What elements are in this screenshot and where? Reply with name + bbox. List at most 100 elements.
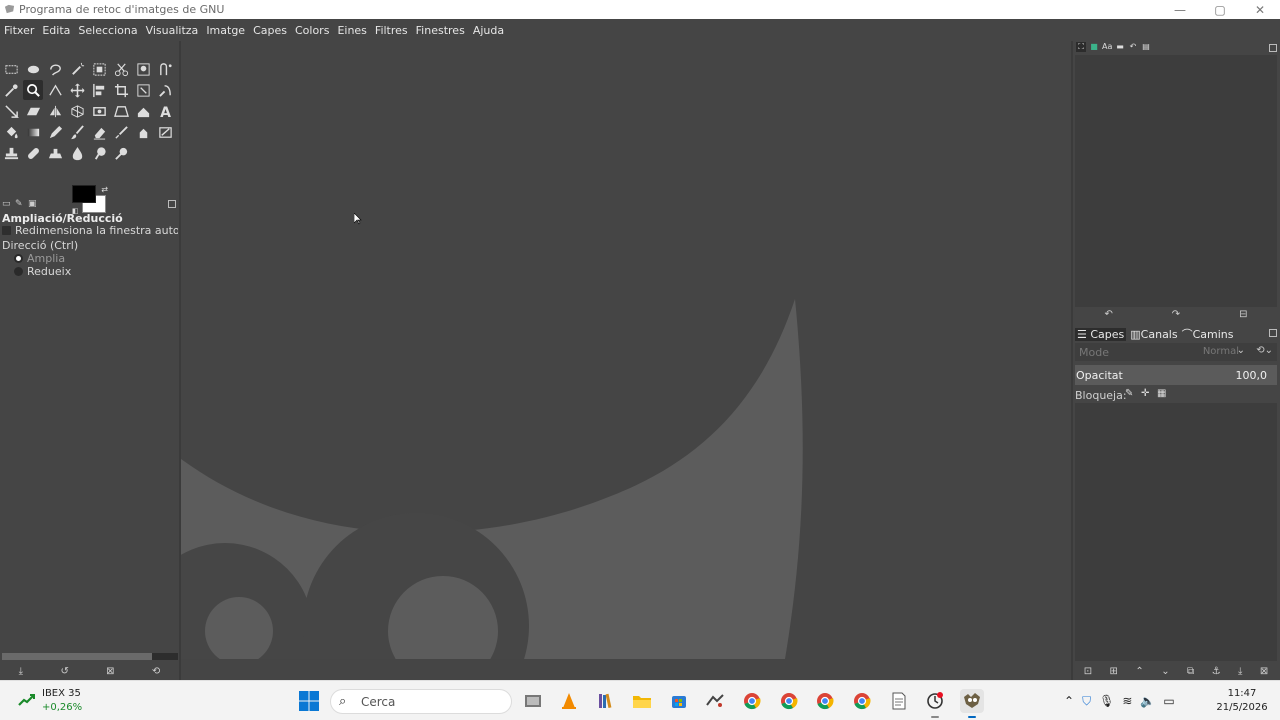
smudge-tool[interactable] (89, 143, 109, 163)
layers-list[interactable] (1075, 403, 1277, 661)
chrome-profile-3-icon[interactable] (813, 689, 837, 713)
ellipse-select-tool[interactable] (23, 59, 43, 79)
microsoft-store-icon[interactable] (667, 689, 691, 713)
notepad-icon[interactable] (887, 689, 911, 713)
new-layer-group-icon[interactable]: ⊞ (1110, 666, 1118, 677)
zoom-in-radio[interactable] (14, 254, 23, 263)
heal-tool[interactable] (23, 143, 43, 163)
file-explorer-icon[interactable] (630, 689, 654, 713)
scissors-select-tool[interactable] (111, 59, 131, 79)
scale-tool[interactable] (1, 101, 21, 121)
select-by-color-tool[interactable] (89, 59, 109, 79)
task-view-icon[interactable] (521, 689, 545, 713)
stock-widget[interactable]: IBEX 35 +0,26% (18, 687, 98, 717)
opacity-slider[interactable]: Opacitat 100,0 (1075, 365, 1277, 385)
microphone-icon[interactable]: 🎙 (1099, 694, 1114, 708)
chrome-icon[interactable] (740, 689, 764, 713)
3d-transform-tool[interactable] (67, 101, 87, 121)
minimize-button[interactable]: — (1160, 0, 1200, 19)
flip-tool[interactable] (45, 101, 65, 121)
tool-presets-tab-icon[interactable]: ▬ (1115, 42, 1125, 52)
delete-options-icon[interactable]: ⊠ (106, 666, 114, 677)
bucket-fill-tool[interactable] (1, 122, 21, 142)
free-select-tool[interactable] (45, 59, 65, 79)
text-tool[interactable]: A (155, 101, 175, 121)
vlc-icon[interactable] (557, 689, 581, 713)
perspective-clone-tool[interactable] (45, 143, 65, 163)
auto-resize-checkbox[interactable] (2, 226, 11, 235)
mode-select[interactable]: Normal (1203, 346, 1239, 357)
restore-options-icon[interactable]: ↺ (60, 666, 68, 677)
tab-layers[interactable]: ☰ Capes (1075, 327, 1127, 341)
fuzzy-select-tool[interactable] (67, 59, 87, 79)
paintbrush-tool[interactable] (67, 122, 87, 142)
menu-finestres[interactable]: Finestres (416, 24, 465, 37)
lock-position-icon[interactable]: ✛ (1141, 388, 1149, 399)
zoom-out-option[interactable]: Redueix (14, 265, 190, 278)
empty-canvas-area[interactable] (181, 41, 1073, 659)
anchor-layer-icon[interactable]: ⚓ (1212, 666, 1221, 677)
menu-edita[interactable]: Edita (42, 24, 70, 37)
eraser-tool[interactable] (89, 122, 109, 142)
taskbar-clock[interactable]: 11:47 21/5/2026 (1214, 687, 1270, 715)
fonts-tab-icon[interactable]: Aa (1102, 42, 1112, 52)
battery-icon[interactable]: ▭ (1163, 694, 1174, 708)
mypaint-brush-tool[interactable] (155, 122, 175, 142)
undo-history-tab-icon[interactable]: ↶ (1128, 42, 1138, 52)
ink-tool[interactable] (133, 122, 153, 142)
patterns-tab-icon[interactable]: ■ (1089, 42, 1099, 52)
blur-sharpen-tool[interactable] (67, 143, 87, 163)
tool-options-scrollbar[interactable] (2, 653, 178, 660)
menu-fitxer[interactable]: Fitxer (4, 24, 34, 37)
auto-resize-option[interactable]: Redimensiona la finestra automàtica (2, 224, 178, 237)
windows-start-icon[interactable] (298, 690, 320, 712)
close-button[interactable]: ✕ (1240, 0, 1280, 19)
device-status-tab-icon[interactable]: ✎ (15, 199, 25, 209)
upper-dock-menu-icon[interactable] (1269, 44, 1277, 52)
paths-tool[interactable] (155, 59, 175, 79)
save-options-icon[interactable]: ⤓ (19, 666, 23, 677)
taskbar-search-box[interactable]: ⌕ Cerca (330, 689, 512, 714)
merge-layer-icon[interactable]: ⤓ (1238, 666, 1242, 677)
redo-icon[interactable]: ↷ (1172, 309, 1180, 320)
library-app-icon[interactable] (594, 689, 618, 713)
menu-ajuda[interactable]: Ajuda (473, 24, 504, 37)
foreground-select-tool[interactable] (133, 59, 153, 79)
chrome-profile-2-icon[interactable] (777, 689, 801, 713)
tool-options-tab-icon[interactable]: ▭ (2, 199, 12, 209)
zoom-out-radio[interactable] (14, 267, 23, 276)
lock-alpha-icon[interactable]: ▦ (1157, 388, 1166, 399)
raise-layer-icon[interactable]: ⌃ (1135, 666, 1143, 677)
rect-select-tool[interactable] (1, 59, 21, 79)
reset-options-icon[interactable]: ⟲ (152, 666, 160, 677)
duplicate-layer-icon[interactable]: ⧉ (1187, 666, 1194, 677)
game-app-icon[interactable] (703, 689, 727, 713)
zoom-tool[interactable] (23, 80, 43, 100)
recorder-app-icon[interactable] (923, 689, 947, 718)
pencil-tool[interactable] (45, 122, 65, 142)
gradient-tool[interactable] (23, 122, 43, 142)
chevron-up-icon[interactable]: ⌃ (1064, 694, 1074, 708)
brushes-tab-icon[interactable]: ⛶ (1076, 42, 1086, 52)
cage-transform-tool[interactable] (133, 101, 153, 121)
images-tab-icon[interactable]: ▣ (28, 199, 38, 209)
scrollbar-thumb[interactable] (2, 653, 152, 660)
menu-imatge[interactable]: Imatge (206, 24, 245, 37)
delete-layer-icon[interactable]: ⊠ (1260, 666, 1268, 677)
composite-mode-icon[interactable]: ⟲⌄ (1256, 345, 1273, 356)
new-layer-icon[interactable]: ⊡ (1084, 666, 1092, 677)
dodge-burn-tool[interactable] (111, 143, 131, 163)
color-picker-tool[interactable] (1, 80, 21, 100)
align-tool[interactable] (89, 80, 109, 100)
clone-tool[interactable] (1, 143, 21, 163)
volume-icon[interactable]: 🔈 (1140, 694, 1155, 708)
chrome-profile-4-icon[interactable] (850, 689, 874, 713)
zoom-in-option[interactable]: Amplia (14, 252, 190, 265)
tab-paths[interactable]: ⌒Camins (1182, 326, 1234, 342)
move-tool[interactable] (67, 80, 87, 100)
perspective-tool[interactable] (111, 101, 131, 121)
maximize-button[interactable]: ▢ (1200, 0, 1240, 19)
swap-colors-icon[interactable]: ⇄ (101, 185, 108, 194)
lock-pixels-icon[interactable]: ✎ (1125, 388, 1133, 399)
airbrush-tool[interactable] (111, 122, 131, 142)
